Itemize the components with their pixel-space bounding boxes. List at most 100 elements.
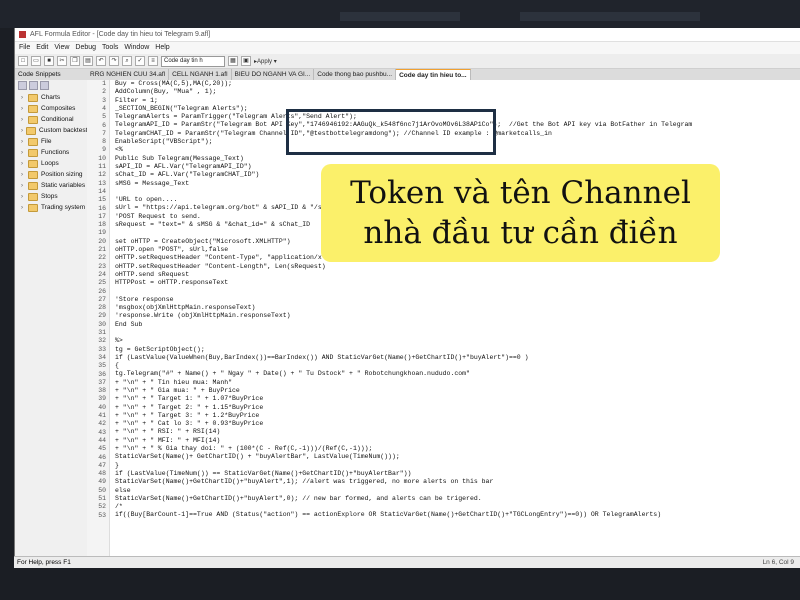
expand-chevron-icon[interactable]: ›: [21, 161, 25, 167]
code-line[interactable]: /*: [115, 503, 692, 511]
tab-code-thong-bao[interactable]: Code thong bao pushbu...: [314, 69, 397, 80]
code-line[interactable]: [115, 329, 692, 337]
expand-chevron-icon[interactable]: ›: [21, 183, 25, 189]
menu-view[interactable]: View: [54, 42, 69, 54]
undo-icon[interactable]: ↶: [96, 56, 106, 66]
code-line[interactable]: [115, 287, 692, 295]
code-line[interactable]: HTTPPost = oHTTP.responseText: [115, 279, 692, 287]
snippet-insert-icon[interactable]: [18, 81, 27, 90]
snippet-edit-icon[interactable]: [29, 81, 38, 90]
line-number: 9: [102, 146, 106, 154]
expand-chevron-icon[interactable]: ›: [21, 150, 25, 156]
line-number: 42: [98, 420, 106, 428]
find-icon[interactable]: ⌕: [122, 56, 132, 66]
menu-tools[interactable]: Tools: [102, 42, 118, 54]
menu-window[interactable]: Window: [124, 42, 149, 54]
code-line[interactable]: StaticVarSet(Name()+GetChartID()+"buyAle…: [115, 478, 692, 486]
code-line[interactable]: 'Store response: [115, 296, 692, 304]
code-line[interactable]: if (LastValue(ValueWhen(Buy,BarIndex())=…: [115, 354, 692, 362]
expand-chevron-icon[interactable]: ›: [21, 106, 25, 112]
snippet-folder[interactable]: › File: [15, 136, 87, 147]
snippet-folder-label: File: [41, 138, 52, 145]
line-number: 21: [98, 246, 106, 253]
comment-icon[interactable]: ≡: [148, 56, 158, 66]
menu-help[interactable]: Help: [155, 42, 169, 54]
cut-icon[interactable]: ✂: [57, 56, 67, 66]
expand-chevron-icon[interactable]: ›: [21, 194, 25, 200]
line-number: 6: [102, 121, 106, 129]
code-line[interactable]: AddColumn(Buy, "Mua" , 1);: [115, 88, 692, 96]
redo-icon[interactable]: ↷: [109, 56, 119, 66]
line-number: 39: [98, 395, 106, 403]
snippet-folder[interactable]: › Position sizing: [15, 169, 87, 180]
code-line[interactable]: + "\n" + " Target 3: " + 1.2*BuyPrice: [115, 412, 692, 420]
open-folder-icon[interactable]: ▭: [31, 56, 41, 66]
chart-icon[interactable]: ▦: [228, 56, 238, 66]
tab-code-day-tin-hieu[interactable]: Code day tin hieu to...: [396, 69, 471, 80]
code-line[interactable]: 'response.Write (objXmlHttpMain.response…: [115, 312, 692, 320]
save-icon[interactable]: ■: [44, 56, 54, 66]
code-line[interactable]: + "\n" + " % Gia thay doi: " + (100*(C -…: [115, 445, 692, 453]
line-number-gutter: 1 2 3 4 5 6 7 8 9 10 11 12 13 14 15 16 17 18 19 20 21 22 23 24 2…: [87, 80, 110, 556]
expand-chevron-icon[interactable]: ›: [21, 172, 25, 178]
line-number: 24: [98, 270, 106, 278]
code-line[interactable]: tg.Telegram("#" + Name() + " Ngay " + Da…: [115, 370, 692, 378]
code-line[interactable]: {: [115, 362, 692, 370]
code-line[interactable]: if (LastValue(TimeNum()) == StaticVarGet…: [115, 470, 692, 478]
tab-rrg-nghien-cuu[interactable]: RRG NGHIEN CUU 34.afl: [87, 69, 170, 80]
line-number: 51: [98, 495, 106, 502]
snippet-folder[interactable]: › Composites: [15, 103, 87, 114]
code-line[interactable]: StaticVarSet(Name()+GetChartID()+"buyAle…: [115, 495, 692, 503]
code-line[interactable]: + "\n" + " Target 2: " + 1.15*BuyPrice: [115, 404, 692, 412]
line-number: 1: [102, 80, 106, 87]
snippet-folder[interactable]: › Stops: [15, 191, 87, 202]
apply-button[interactable]: ▸Apply ▾: [254, 58, 277, 65]
code-line[interactable]: + "\n" + " Gia mua: " + BuyPrice: [115, 387, 692, 395]
analysis-icon[interactable]: ▣: [241, 56, 251, 66]
expand-chevron-icon[interactable]: ›: [21, 128, 23, 134]
tab-cell-nganh[interactable]: CELL NGANH 1.afl: [169, 69, 232, 80]
code-line[interactable]: + "\n" + " MFI: " + MFI(14): [115, 437, 692, 445]
expand-chevron-icon[interactable]: ›: [21, 117, 25, 123]
file-selector-combo[interactable]: Code day tin h: [161, 55, 225, 67]
snippet-folder[interactable]: › Custom backtest: [15, 125, 87, 136]
snippet-folder[interactable]: › Functions: [15, 147, 87, 158]
code-line[interactable]: else: [115, 487, 692, 495]
tab-bieu-do-nganh[interactable]: BIEU DO NGANH VA GI...: [232, 69, 315, 80]
snippet-folder[interactable]: › Static variables: [15, 180, 87, 191]
code-line[interactable]: + "\n" + " RSI: " + RSI(14): [115, 428, 692, 436]
menu-debug[interactable]: Debug: [75, 42, 96, 54]
expand-chevron-icon[interactable]: ›: [21, 139, 25, 145]
code-line[interactable]: tg = GetScriptObject();: [115, 346, 692, 354]
code-line[interactable]: + "\n" + " Cat lo 3: " + 0.93*BuyPrice: [115, 420, 692, 428]
code-line[interactable]: + "\n" + " Target 1: " + 1.07*BuyPrice: [115, 395, 692, 403]
copy-icon[interactable]: ❐: [70, 56, 80, 66]
expand-chevron-icon[interactable]: ›: [21, 95, 25, 101]
snippet-folder[interactable]: › Loops: [15, 158, 87, 169]
code-line[interactable]: End Sub: [115, 321, 692, 329]
menu-file[interactable]: File: [19, 42, 30, 54]
menu-edit[interactable]: Edit: [36, 42, 48, 54]
code-line[interactable]: StaticVarSet(Name()+ GetChartID() + "buy…: [115, 453, 692, 461]
code-line[interactable]: if((Buy[BarCount-1]==True AND (Status("a…: [115, 511, 692, 519]
code-line[interactable]: Filter = 1;: [115, 97, 692, 105]
code-line[interactable]: Buy = Cross(MA(C,5),MA(C,20));: [115, 80, 692, 88]
code-line[interactable]: %>: [115, 337, 692, 345]
os-bottom-bar: [0, 568, 800, 600]
snippet-folder[interactable]: › Conditional: [15, 114, 87, 125]
code-line[interactable]: 'msgbox(objXmlHttpMain.responseText): [115, 304, 692, 312]
check-syntax-icon[interactable]: ✓: [135, 56, 145, 66]
new-file-icon[interactable]: □: [18, 56, 28, 66]
snippet-folder[interactable]: › Charts: [15, 92, 87, 103]
line-number: 10: [98, 154, 106, 162]
code-line[interactable]: + "\n" + " Tin hieu mua: Manh": [115, 379, 692, 387]
snippet-delete-icon[interactable]: [40, 81, 49, 90]
paste-icon[interactable]: ▤: [83, 56, 93, 66]
code-line[interactable]: Public Sub Telegram(Message_Text): [115, 155, 692, 163]
code-line[interactable]: oHTTP.send sRequest: [115, 271, 692, 279]
code-line[interactable]: }: [115, 462, 692, 470]
snippet-folder-label: Composites: [41, 105, 76, 112]
expand-chevron-icon[interactable]: ›: [21, 205, 25, 211]
code-line[interactable]: oHTTP.setRequestHeader "Content-Length",…: [115, 263, 692, 271]
snippet-folder[interactable]: › Trading system: [15, 202, 87, 213]
